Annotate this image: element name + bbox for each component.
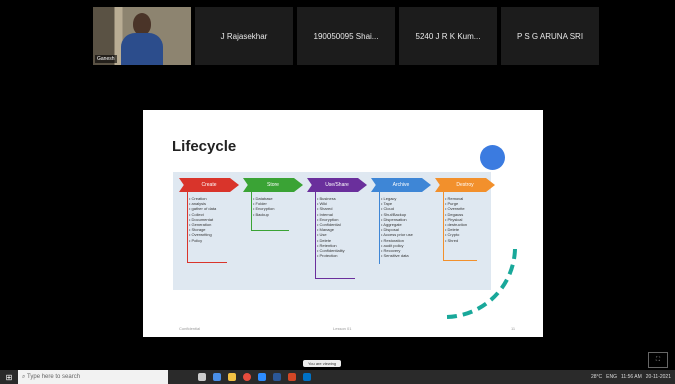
stage-label: Destroy bbox=[456, 182, 474, 188]
stage-items: Database Folder Encryption Backup bbox=[253, 196, 303, 217]
video-participant-head bbox=[133, 13, 151, 35]
edge-icon[interactable] bbox=[213, 373, 221, 381]
share-indicator[interactable]: You are viewing bbox=[303, 360, 341, 367]
decorative-arc-path bbox=[446, 248, 517, 319]
participant-strip: Ganesh J Rajasekhar 190050095 Shai... 52… bbox=[93, 7, 599, 65]
stage-label: Archive bbox=[392, 182, 410, 188]
participant-video-tile[interactable]: Ganesh bbox=[93, 7, 191, 65]
view-toggle-icon[interactable]: ⛶ bbox=[648, 352, 668, 368]
slide-footer-center: Lesson 01 bbox=[333, 326, 352, 331]
word-icon[interactable] bbox=[273, 373, 281, 381]
stage-destroy-arrow: Destroy bbox=[435, 178, 495, 192]
search-placeholder: Type here to search bbox=[27, 374, 81, 380]
taskbar-apps bbox=[198, 373, 311, 381]
clock-time[interactable]: 11:56 AM bbox=[621, 374, 642, 380]
participant-name: P S G ARUNA SRI bbox=[516, 31, 584, 41]
slide-footer-left: Confidential bbox=[179, 326, 201, 331]
file-explorer-icon[interactable] bbox=[228, 373, 236, 381]
decorative-circle bbox=[480, 145, 505, 170]
powerpoint-icon[interactable] bbox=[288, 373, 296, 381]
stage-items: Business Wiki Shared Internal Encryption… bbox=[317, 196, 367, 258]
stage-item: Backup bbox=[253, 212, 303, 217]
zoom-icon[interactable] bbox=[258, 373, 266, 381]
participant-name: J Rajasekhar bbox=[220, 31, 268, 41]
stage-store-arrow: Store bbox=[243, 178, 303, 192]
stage-create-line bbox=[187, 192, 188, 262]
stage-use-share: Use/Share Business Wiki Shared Internal … bbox=[307, 178, 367, 258]
shared-slide: Lifecycle Create Creation analysis gathe… bbox=[143, 110, 543, 337]
video-participant-body bbox=[121, 33, 163, 65]
stage-use-share-arrow: Use/Share bbox=[307, 178, 367, 192]
stage-archive: Archive Legacy Tape Cloud Shut/Backup Di… bbox=[371, 178, 431, 258]
participant-name: 190050095 Shai... bbox=[313, 31, 379, 41]
stage-item: Protection bbox=[317, 253, 367, 258]
stage-items: Legacy Tape Cloud Shut/Backup Dispensati… bbox=[381, 196, 431, 258]
windows-start-icon[interactable]: ⊞ bbox=[0, 370, 18, 384]
language-indicator[interactable]: ENG bbox=[606, 374, 617, 380]
stage-use-share-line bbox=[315, 192, 316, 278]
stage-item: Sensitive data bbox=[381, 253, 431, 258]
stage-create: Create Creation analysis gather of data … bbox=[179, 178, 239, 243]
chrome-icon[interactable] bbox=[243, 373, 251, 381]
participant-name: 5240 J R K Kum... bbox=[415, 31, 481, 41]
stage-item: Policy bbox=[189, 238, 239, 243]
system-tray: 28°C ENG 11:56 AM 20-11-2021 bbox=[591, 374, 675, 380]
slide-footer-right: 11 bbox=[511, 326, 516, 331]
taskbar: ⊞ ⌕ Type here to search 28°C ENG 11:56 A… bbox=[0, 370, 675, 384]
participant-tile[interactable]: 5240 J R K Kum... bbox=[399, 7, 497, 65]
participant-name: Ganesh bbox=[95, 55, 117, 63]
stage-items: Creation analysis gather of data Collect… bbox=[189, 196, 239, 243]
stage-store: Store Database Folder Encryption Backup bbox=[243, 178, 303, 217]
stage-label: Create bbox=[201, 182, 217, 188]
decorative-arc bbox=[446, 248, 517, 319]
weather-temperature[interactable]: 28°C bbox=[591, 374, 602, 380]
clock-date[interactable]: 20-11-2021 bbox=[646, 374, 671, 380]
stage-destroy: Destroy Removal Purge Overwrite Degauss … bbox=[435, 178, 495, 243]
participant-tile[interactable]: J Rajasekhar bbox=[195, 7, 293, 65]
stage-archive-line bbox=[379, 192, 380, 264]
outlook-icon[interactable] bbox=[303, 373, 311, 381]
participant-tile[interactable]: 190050095 Shai... bbox=[297, 7, 395, 65]
stage-item: Shred bbox=[445, 238, 495, 243]
stage-use-share-line-h bbox=[315, 278, 355, 279]
search-input[interactable]: ⌕ Type here to search bbox=[18, 370, 168, 384]
participant-tile[interactable]: P S G ARUNA SRI bbox=[501, 7, 599, 65]
stage-create-arrow: Create bbox=[179, 178, 239, 192]
stage-store-line bbox=[251, 192, 252, 230]
task-view-icon[interactable] bbox=[198, 373, 206, 381]
slide-title: Lifecycle bbox=[172, 138, 237, 155]
stage-create-line-h bbox=[187, 262, 227, 263]
stage-label: Store bbox=[267, 182, 279, 188]
stage-store-line-h bbox=[251, 230, 289, 231]
stage-label: Use/Share bbox=[325, 182, 349, 188]
stage-items: Removal Purge Overwrite Degauss Physical… bbox=[445, 196, 495, 243]
stage-archive-arrow: Archive bbox=[371, 178, 431, 192]
